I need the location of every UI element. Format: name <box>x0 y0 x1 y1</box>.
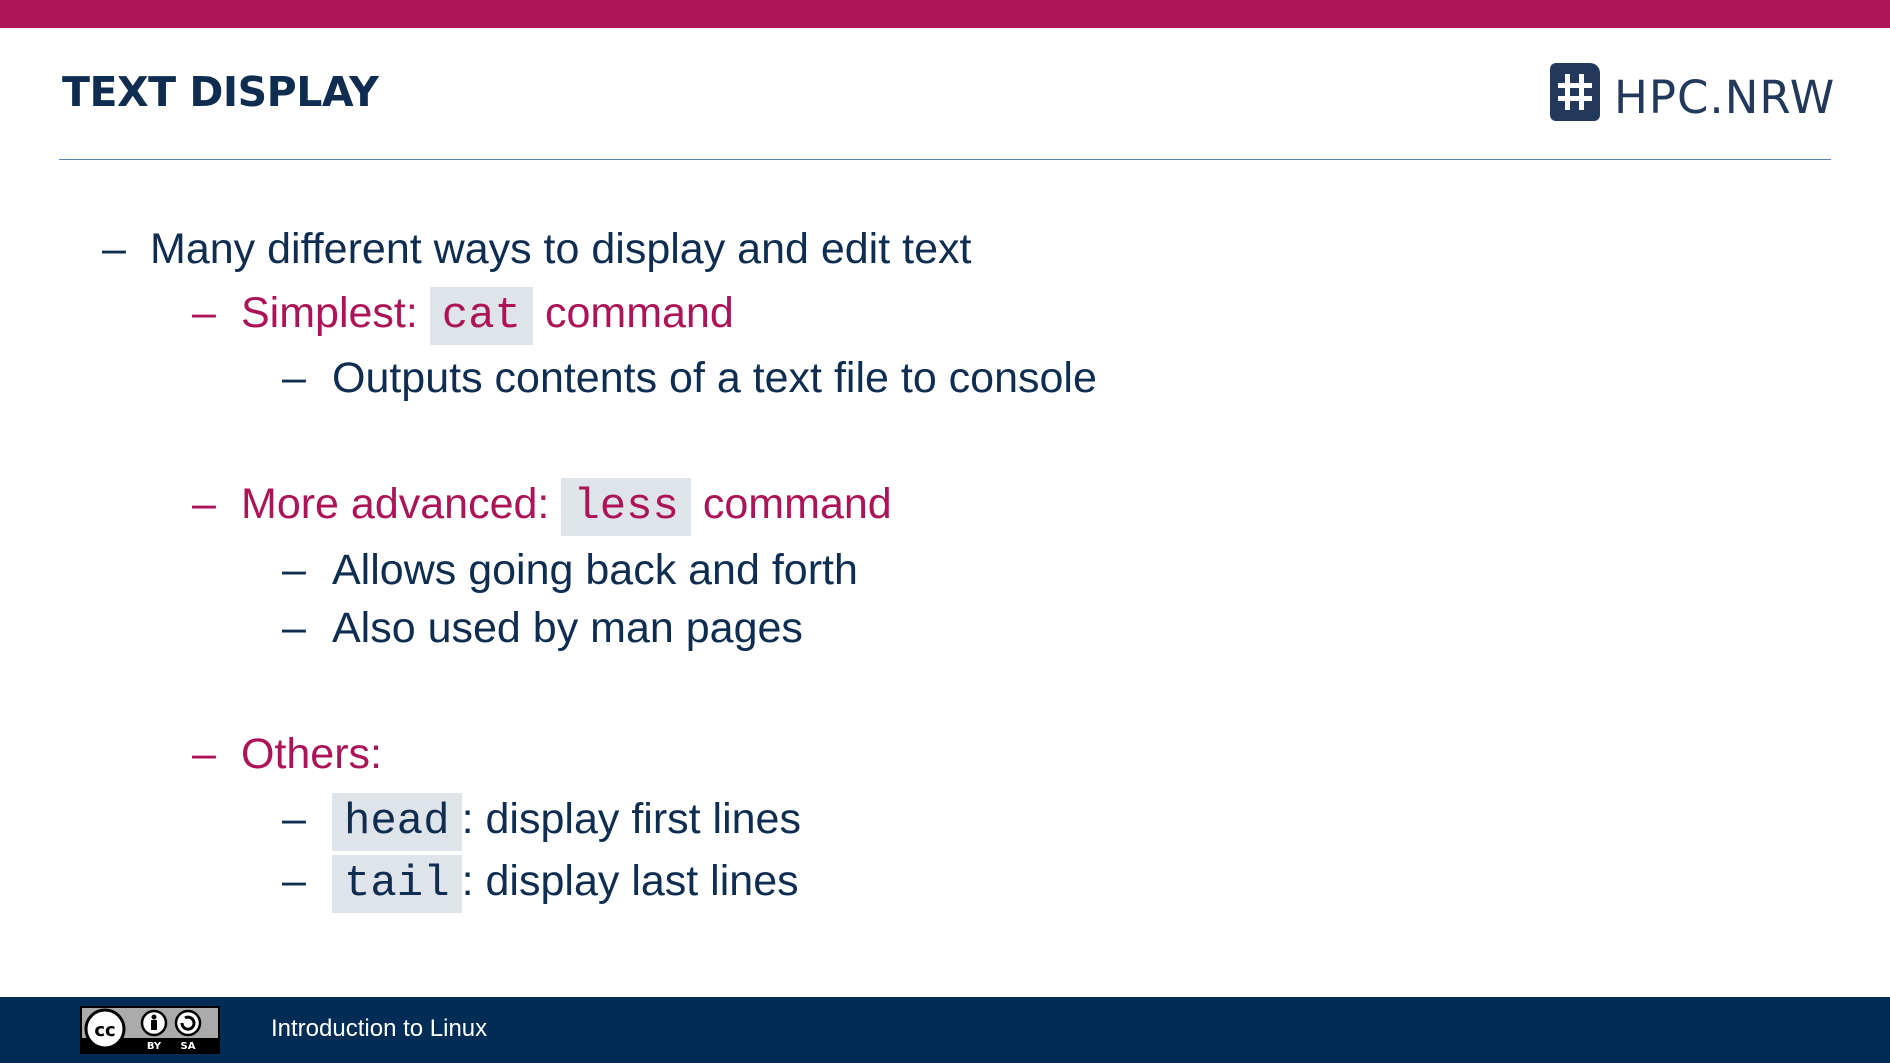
top-accent-bar <box>0 0 1890 28</box>
logo-text: HPC.NRW <box>1614 70 1836 124</box>
footer-bar: cc BY SA Introduction to Linux <box>0 997 1890 1063</box>
bullet-dash: – <box>102 225 126 273</box>
title-divider <box>59 159 1831 160</box>
bullet-dash: – <box>192 289 216 337</box>
bullet-dash: – <box>282 857 306 905</box>
code-head: head <box>332 793 462 851</box>
bullet-text: Also used by man pages <box>332 604 803 652</box>
license-by-label: BY <box>147 1041 162 1052</box>
bullet-dash: – <box>282 546 306 594</box>
bullet-text: More advanced: <box>241 480 550 528</box>
bullet-text: Outputs contents of a text file to conso… <box>332 354 1097 402</box>
bullet-text: Many different ways to display and edit … <box>150 225 972 273</box>
code-cat: cat <box>429 287 534 345</box>
footer-course-title: Introduction to Linux <box>271 1015 488 1042</box>
license-sa-label: SA <box>181 1041 196 1052</box>
bullet-dash: – <box>282 795 306 843</box>
hpc-hash-icon <box>1550 63 1600 121</box>
bullet-dash: – <box>192 730 216 778</box>
bullet-text: : display last lines <box>461 857 799 905</box>
bullet-text: Others: <box>241 730 382 778</box>
cc-by-sa-icon: cc BY SA <box>80 1006 220 1054</box>
bullet-text: Allows going back and forth <box>332 546 858 594</box>
bullet-dash: – <box>192 480 216 528</box>
code-tail: tail <box>332 855 462 913</box>
bullet-text: command <box>702 480 892 528</box>
code-less: less <box>561 478 691 536</box>
bullet-dash: – <box>282 604 306 652</box>
slide-title: TEXT DISPLAY <box>62 68 379 116</box>
bullet-text: : display first lines <box>461 795 801 843</box>
bullet-text: Simplest: <box>241 289 418 337</box>
bullet-dash: – <box>282 354 306 402</box>
hpc-nrw-logo: HPC.NRW <box>1550 62 1836 124</box>
svg-text:cc: cc <box>94 1020 115 1041</box>
bullet-text: command <box>544 289 734 337</box>
